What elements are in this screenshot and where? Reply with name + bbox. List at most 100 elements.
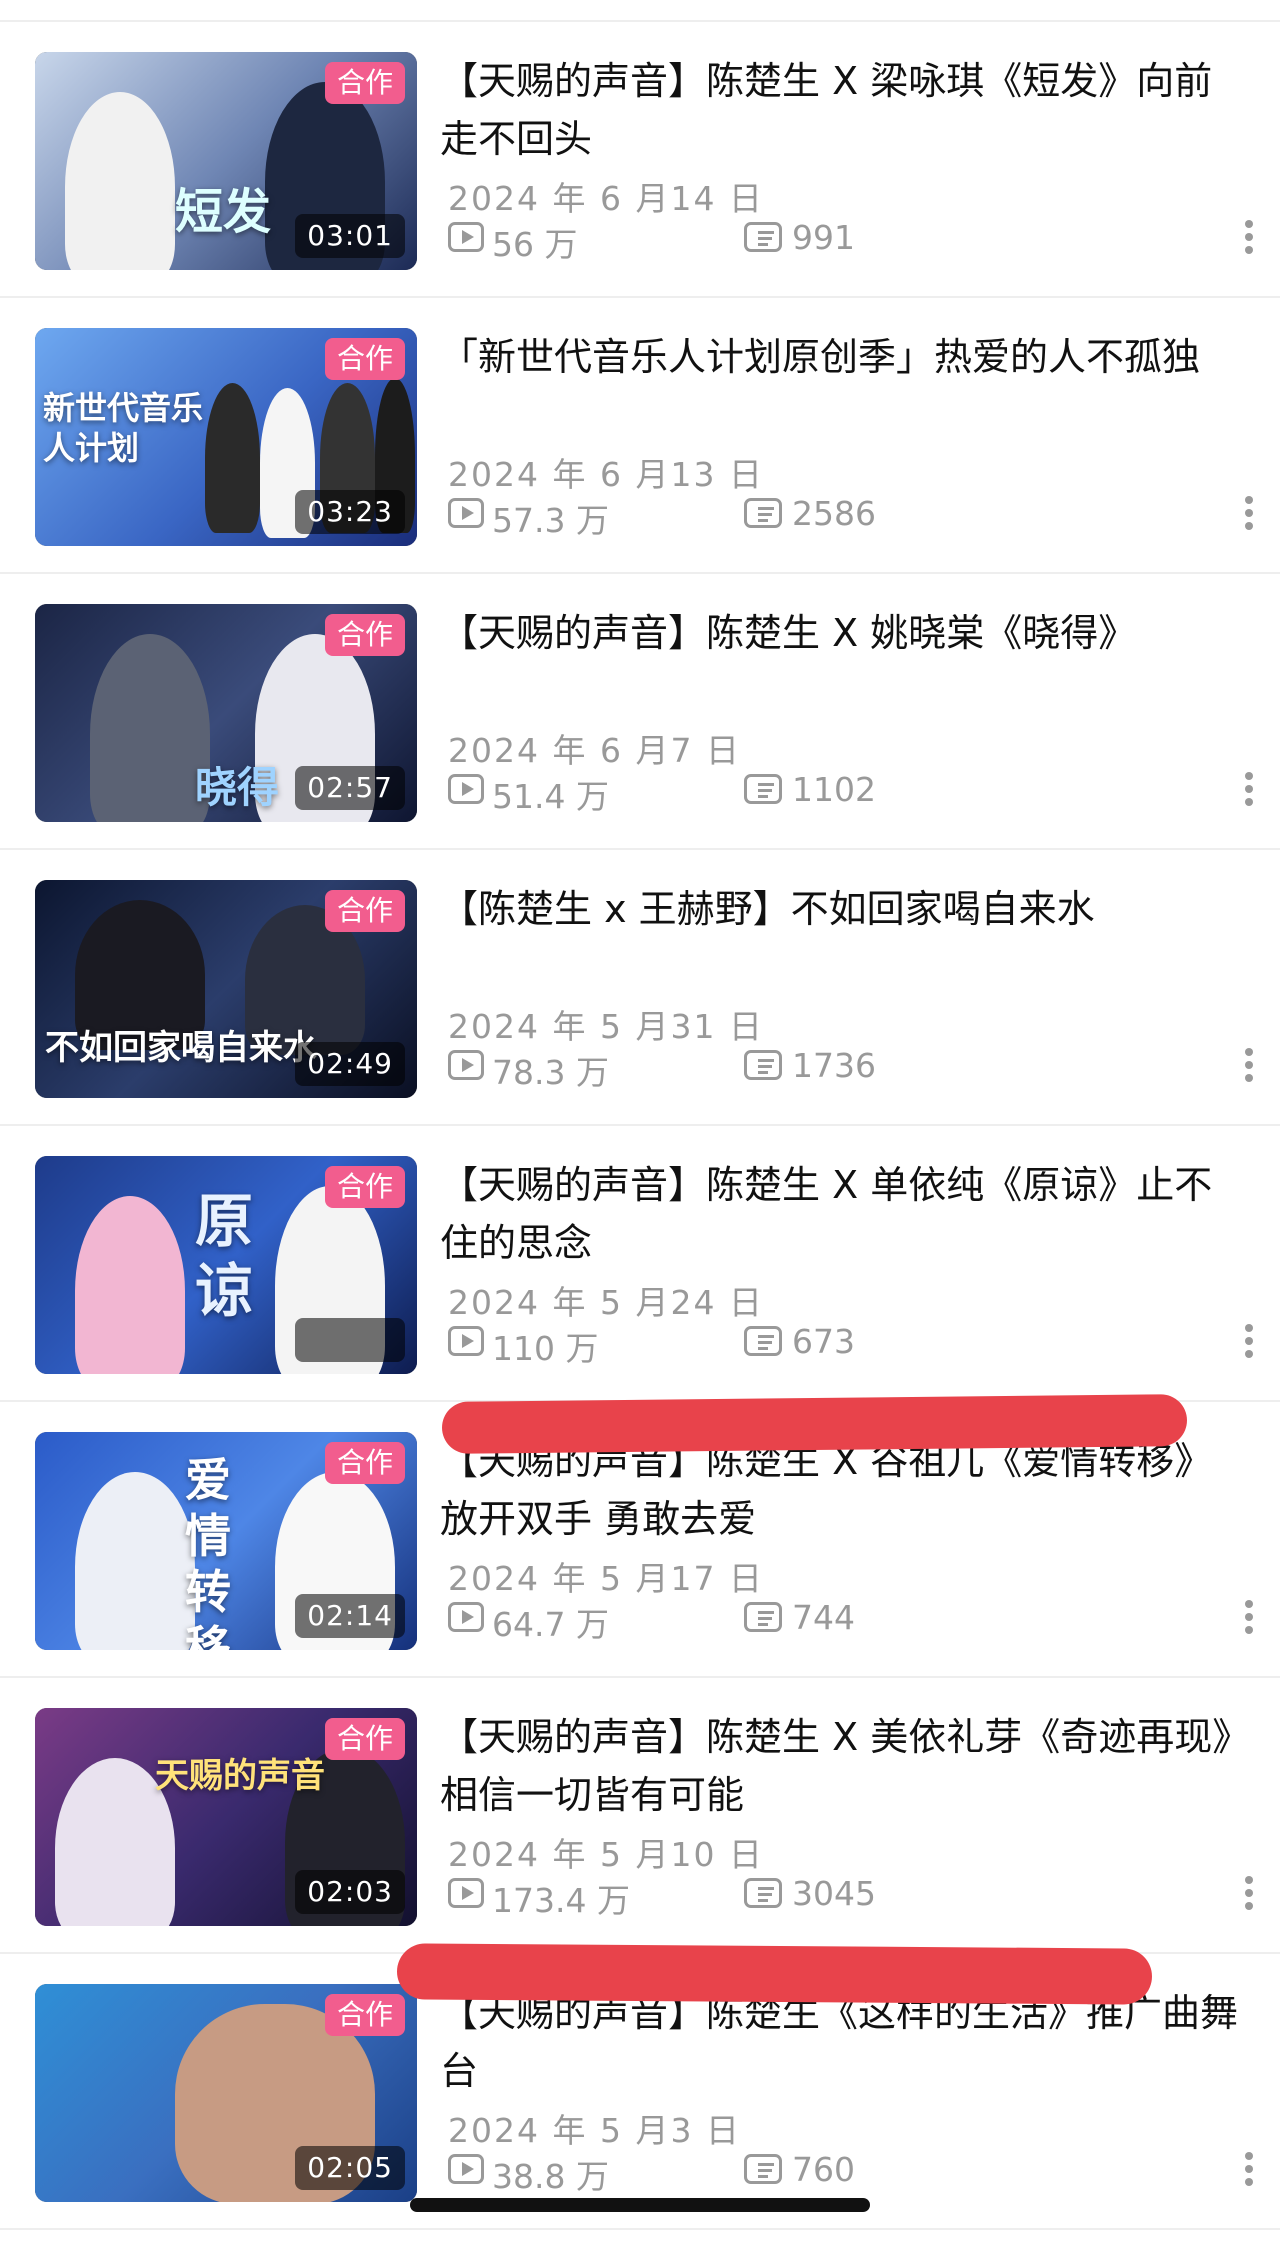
video-thumbnail[interactable]: 天赐的声音 合作 02:03	[35, 1708, 417, 1926]
video-thumbnail[interactable]: 爱情转移 合作 02:14	[35, 1432, 417, 1650]
duration-label: 02:49	[295, 1042, 405, 1086]
view-count: 56 万	[492, 225, 578, 264]
collab-badge: 合作	[324, 1166, 405, 1208]
more-options-icon[interactable]	[1244, 1048, 1254, 1088]
view-count: 38.8 万	[492, 2157, 609, 2196]
comment-icon	[744, 1878, 782, 1908]
video-title[interactable]: 【天赐的声音】陈楚生 X 梁咏琪《短发》向前走不回头	[440, 52, 1250, 168]
more-options-icon[interactable]	[1244, 1324, 1254, 1364]
video-stats: 51.4 万 1102	[448, 770, 1268, 816]
video-item[interactable]: 天赐的声音 合作 02:03 【天赐的声音】陈楚生 X 美依礼芽《奇迹再现》相信…	[0, 1678, 1280, 1954]
thumbnail-text: 短发	[175, 184, 272, 240]
play-count-icon	[448, 222, 484, 252]
thumbnail-text: 不如回家喝自来水	[45, 1028, 317, 1068]
comment-icon	[744, 774, 782, 804]
comment-count: 2586	[792, 494, 876, 533]
video-item[interactable]: 晓得 合作 02:57 【天赐的声音】陈楚生 X 姚晓棠《晓得》 2024 年 …	[0, 574, 1280, 850]
comment-count: 3045	[792, 1874, 876, 1913]
duration-label: 03:23	[295, 490, 405, 534]
comment-icon	[744, 1602, 782, 1632]
duration-label: 02:57	[295, 766, 405, 810]
video-stats: 173.4 万 3045	[448, 1874, 1268, 1920]
collab-badge: 合作	[324, 1442, 405, 1484]
video-thumbnail[interactable]: 不如回家喝自来水 合作 02:49	[35, 880, 417, 1098]
home-indicator[interactable]	[410, 2198, 870, 2212]
video-thumbnail[interactable]: 短发 合作 03:01	[35, 52, 417, 270]
comment-icon	[744, 2154, 782, 2184]
comment-icon	[744, 1050, 782, 1080]
duration-label: 02:14	[295, 1594, 405, 1638]
play-count-icon	[448, 774, 484, 804]
publish-date: 2024 年 5 月31 日	[448, 1007, 764, 1046]
thumbnail-text: 晓得	[195, 763, 280, 812]
video-item[interactable]: 短发 合作 03:01 【天赐的声音】陈楚生 X 梁咏琪《短发》向前走不回头 2…	[0, 22, 1280, 298]
collab-badge: 合作	[324, 1994, 405, 2036]
comment-count: 991	[792, 218, 855, 257]
duration-label	[295, 1318, 405, 1362]
video-stats: 56 万 991	[448, 218, 1268, 264]
publish-date: 2024 年 6 月14 日	[448, 179, 764, 218]
collab-badge: 合作	[324, 1718, 405, 1760]
comment-icon	[744, 1326, 782, 1356]
video-item[interactable]: 新世代音乐人计划 合作 03:23 「新世代音乐人计划原创季」热爱的人不孤独 2…	[0, 298, 1280, 574]
video-title[interactable]: 【陈楚生 x 王赫野】不如回家喝自来水	[440, 880, 1250, 996]
more-options-icon[interactable]	[1244, 1876, 1254, 1916]
view-count: 57.3 万	[492, 501, 609, 540]
video-thumbnail[interactable]: 新世代音乐人计划 合作 03:23	[35, 328, 417, 546]
video-stats: 110 万 673	[448, 1322, 1268, 1368]
view-count: 173.4 万	[492, 1881, 630, 1920]
collab-badge: 合作	[324, 62, 405, 104]
collab-badge: 合作	[324, 890, 405, 932]
publish-date: 2024 年 5 月17 日	[448, 1559, 764, 1598]
comment-count: 1736	[792, 1046, 876, 1085]
play-count-icon	[448, 1050, 484, 1080]
view-count: 64.7 万	[492, 1605, 609, 1644]
more-options-icon[interactable]	[1244, 2152, 1254, 2192]
redaction-stroke	[441, 1394, 1188, 1454]
view-count: 78.3 万	[492, 1053, 609, 1092]
comment-count: 1102	[792, 770, 876, 809]
video-title[interactable]: 「新世代音乐人计划原创季」热爱的人不孤独	[440, 328, 1250, 444]
publish-date: 2024 年 5 月10 日	[448, 1835, 764, 1874]
duration-label: 02:05	[295, 2146, 405, 2190]
view-count: 51.4 万	[492, 777, 609, 816]
more-options-icon[interactable]	[1244, 496, 1254, 536]
play-count-icon	[448, 1878, 484, 1908]
video-title[interactable]: 【天赐的声音】陈楚生 X 姚晓棠《晓得》	[440, 604, 1250, 720]
video-stats: 38.8 万 760	[448, 2150, 1268, 2196]
redaction-stroke	[396, 1943, 1153, 2005]
more-options-icon[interactable]	[1244, 772, 1254, 812]
comment-count: 673	[792, 1322, 855, 1361]
play-count-icon	[448, 1602, 484, 1632]
duration-label: 03:01	[295, 214, 405, 258]
play-count-icon	[448, 2154, 484, 2184]
more-options-icon[interactable]	[1244, 1600, 1254, 1640]
video-stats: 64.7 万 744	[448, 1598, 1268, 1644]
video-stats: 57.3 万 2586	[448, 494, 1268, 540]
video-thumbnail[interactable]: 合作 02:05	[35, 1984, 417, 2202]
publish-date: 2024 年 5 月24 日	[448, 1283, 764, 1322]
video-item[interactable]: 原谅 合作 【天赐的声音】陈楚生 X 单依纯《原谅》止不住的思念 2024 年 …	[0, 1126, 1280, 1402]
publish-date: 2024 年 5 月3 日	[448, 2111, 741, 2150]
video-title[interactable]: 【天赐的声音】陈楚生 X 单依纯《原谅》止不住的思念	[440, 1156, 1250, 1272]
video-stats: 78.3 万 1736	[448, 1046, 1268, 1092]
video-title[interactable]: 【天赐的声音】陈楚生 X 美依礼芽《奇迹再现》相信一切皆有可能	[440, 1708, 1250, 1824]
play-count-icon	[448, 498, 484, 528]
collab-badge: 合作	[324, 338, 405, 380]
thumbnail-text: 新世代音乐人计划	[43, 389, 204, 467]
more-options-icon[interactable]	[1244, 220, 1254, 260]
duration-label: 02:03	[295, 1870, 405, 1914]
video-thumbnail[interactable]: 晓得 合作 02:57	[35, 604, 417, 822]
video-item[interactable]: 不如回家喝自来水 合作 02:49 【陈楚生 x 王赫野】不如回家喝自来水 20…	[0, 850, 1280, 1126]
publish-date: 2024 年 6 月13 日	[448, 455, 764, 494]
view-count: 110 万	[492, 1329, 599, 1368]
video-list: 短发 合作 03:01 【天赐的声音】陈楚生 X 梁咏琪《短发》向前走不回头 2…	[0, 22, 1280, 2230]
thumbnail-text: 天赐的声音	[155, 1756, 325, 1796]
collab-badge: 合作	[324, 614, 405, 656]
comment-count: 744	[792, 1598, 855, 1637]
video-thumbnail[interactable]: 原谅 合作	[35, 1156, 417, 1374]
comment-icon	[744, 222, 782, 252]
publish-date: 2024 年 6 月7 日	[448, 731, 741, 770]
comment-icon	[744, 498, 782, 528]
play-count-icon	[448, 1326, 484, 1356]
